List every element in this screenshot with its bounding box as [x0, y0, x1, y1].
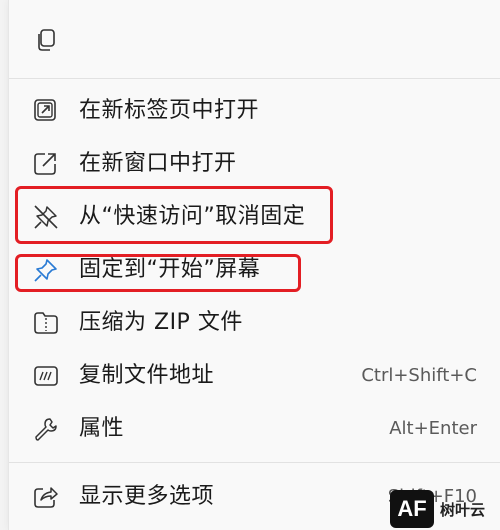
- separator: [9, 78, 500, 79]
- watermark-logo: AF: [390, 490, 434, 528]
- context-menu: 在新标签页中打开 在新窗口中打开 从“快速访问”取消固定 固定到“开始”屏幕 压…: [8, 0, 500, 530]
- menu-item-label: 压缩为 ZIP 文件: [79, 310, 243, 335]
- menu-item-label: 属性: [79, 416, 125, 441]
- menu-top-bar: [9, 0, 500, 78]
- share-icon: [33, 484, 59, 510]
- menu-item-label: 显示更多选项: [79, 484, 215, 509]
- menu-item-label: 在新窗口中打开: [79, 151, 237, 176]
- menu-item-copy-path[interactable]: 复制文件地址 Ctrl+Shift+C: [9, 351, 500, 401]
- menu-item-properties[interactable]: 属性 Alt+Enter: [9, 404, 500, 454]
- menu-item-open-new-window[interactable]: 在新窗口中打开: [9, 139, 500, 189]
- menu-item-label: 在新标签页中打开: [79, 98, 260, 123]
- copy-path-icon: [33, 363, 59, 389]
- menu-item-label: 复制文件地址: [79, 363, 215, 388]
- highlight-box-pin: [15, 254, 301, 292]
- highlight-box-unpin: [15, 186, 333, 244]
- menu-item-compress-zip[interactable]: 压缩为 ZIP 文件: [9, 298, 500, 348]
- watermark: AF 树叶云: [390, 488, 500, 530]
- wrench-icon: [33, 416, 59, 442]
- watermark-text: 树叶云: [440, 500, 486, 519]
- menu-item-open-new-tab[interactable]: 在新标签页中打开: [9, 86, 500, 136]
- separator: [9, 462, 500, 463]
- zip-folder-icon: [33, 310, 59, 336]
- open-new-tab-icon: [33, 98, 59, 124]
- shortcut-text: Ctrl+Shift+C: [361, 365, 477, 386]
- shortcut-text: Alt+Enter: [389, 418, 477, 439]
- copy-icon[interactable]: [35, 28, 57, 52]
- open-new-window-icon: [33, 151, 59, 177]
